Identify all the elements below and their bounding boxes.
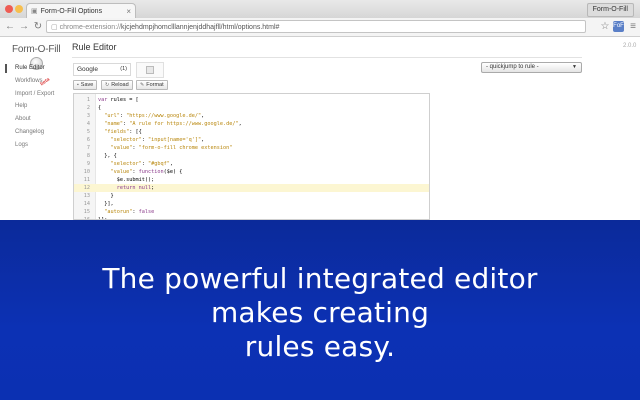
- code-text: "value": "form-o-fill chrome extension": [110, 145, 233, 151]
- code-text: }, {: [98, 153, 117, 159]
- code-text: "selector": "input[name='q']",: [110, 137, 205, 143]
- code-text: var rules = [: [98, 97, 139, 103]
- forward-icon[interactable]: →: [18, 21, 30, 33]
- format-icon: ✎: [140, 82, 145, 88]
- code-text: }: [98, 193, 114, 199]
- quickjump-select[interactable]: - quickjump to rule - ▼: [481, 62, 582, 73]
- save-icon: ▪: [77, 82, 79, 88]
- bookmark-star-icon[interactable]: ☆: [599, 21, 611, 33]
- browser-toolbar: ← → ↻ ▢ chrome-extension://kjcjehdmpjhom…: [0, 18, 640, 37]
- banner-line-2: makes creating: [210, 296, 430, 329]
- line-number: 8: [86, 153, 90, 159]
- code-line[interactable]: 11 $e.submit();: [74, 176, 429, 184]
- sidebar-item-about[interactable]: About: [15, 116, 31, 122]
- version-label: 2.0.0: [623, 43, 637, 49]
- code-text: "value": function($e) {: [110, 169, 183, 175]
- code-line[interactable]: 5 "fields": [{: [74, 128, 429, 136]
- back-icon[interactable]: ←: [4, 21, 16, 33]
- code-text: "fields": [{: [104, 129, 142, 135]
- reload-icon: ↻: [105, 82, 110, 88]
- line-number: 13: [83, 193, 90, 199]
- line-number: 9: [86, 161, 90, 167]
- line-number: 12: [83, 185, 90, 191]
- page-icon: ▢: [51, 24, 60, 31]
- url-scheme: chrome-extension://: [59, 24, 122, 31]
- code-text: return null;: [116, 185, 155, 191]
- active-indicator: [5, 64, 7, 73]
- format-button-label: Format: [146, 82, 164, 88]
- save-button[interactable]: ▪ Save: [73, 80, 98, 90]
- address-bar[interactable]: ▢ chrome-extension://kjcjehdmpjhomclllan…: [46, 20, 586, 33]
- code-line[interactable]: 6 "selector": "input[name='q']",: [74, 136, 429, 144]
- add-rule-icon: [146, 66, 154, 74]
- url-path: kjcjehdmpjhomclllannjenjddhajfll/html/op…: [121, 24, 280, 31]
- code-line[interactable]: 7 "value": "form-o-fill chrome extension…: [74, 144, 429, 152]
- extension-icon[interactable]: FoF: [613, 21, 625, 33]
- browser-titlebar: ▣ Form-O-Fill Options × Form-O-Fill: [0, 0, 640, 19]
- rule-select[interactable]: Google (1): [73, 63, 131, 76]
- line-number: 4: [86, 121, 90, 127]
- code-text: "name": "A rule for https://www.google.d…: [104, 121, 242, 127]
- reload-button-label: Reload: [111, 82, 129, 88]
- divider: [72, 57, 582, 58]
- banner-line-1: The powerful integrated editor: [102, 262, 538, 295]
- format-button[interactable]: ✎ Format: [136, 80, 168, 90]
- code-editor[interactable]: 1 var rules = [2{3 "url": "https://www.go…: [73, 93, 430, 220]
- close-window-icon[interactable]: [5, 5, 13, 13]
- code-text: }],: [98, 201, 114, 207]
- code-line[interactable]: 12 return null;: [74, 184, 429, 192]
- form-o-fill-extension-icon: FoF: [613, 21, 624, 32]
- minimize-window-icon[interactable]: [15, 5, 23, 13]
- tab-close-icon[interactable]: ×: [126, 7, 131, 16]
- quickjump-label: - quickjump to rule -: [486, 64, 539, 70]
- line-number: 5: [86, 129, 90, 135]
- line-number: 11: [83, 177, 90, 183]
- menu-icon[interactable]: ≡: [627, 21, 639, 33]
- tab-favicon-icon: ▣: [31, 8, 38, 15]
- code-line[interactable]: 9 "selector": "#gbqf",: [74, 160, 429, 168]
- reload-icon[interactable]: ↻: [32, 21, 44, 33]
- sidebar-item-changelog[interactable]: Changelog: [15, 129, 44, 135]
- code-line[interactable]: 2{: [74, 104, 429, 112]
- line-number: 3: [86, 113, 90, 119]
- code-line[interactable]: 3 "url": "https://www.google.de/",: [74, 112, 429, 120]
- tab-title: Form-O-Fill Options: [40, 7, 103, 15]
- promo-banner: The powerful integrated editor makes cre…: [0, 220, 640, 400]
- code-text: $e.submit();: [98, 177, 155, 183]
- line-number: 10: [83, 169, 90, 175]
- sidebar-item-help[interactable]: Help: [15, 103, 27, 109]
- profile-button[interactable]: Form-O-Fill: [586, 3, 634, 17]
- app-logo: Form-O-Fill: [12, 44, 61, 55]
- page-title: Rule Editor: [72, 42, 117, 52]
- code-text: "autorun": false: [104, 209, 155, 215]
- line-number: 2: [86, 105, 90, 111]
- code-line[interactable]: 10 "value": function($e) {: [74, 168, 429, 176]
- code-text: "url": "https://www.google.de/",: [104, 113, 205, 119]
- code-line[interactable]: 14 }],: [74, 200, 429, 208]
- add-rule-button[interactable]: [136, 62, 164, 78]
- banner-line-3: rules easy.: [244, 330, 396, 363]
- code-line[interactable]: 13 }: [74, 192, 429, 200]
- rule-count: (1): [120, 66, 127, 72]
- code-line[interactable]: 1 var rules = [: [74, 96, 429, 104]
- line-number: 7: [86, 145, 90, 151]
- chevron-down-icon: ▼: [572, 64, 577, 70]
- sidebar-item-workflows[interactable]: Workflows: [15, 78, 43, 84]
- browser-tab[interactable]: ▣ Form-O-Fill Options ×: [26, 3, 136, 18]
- reload-button[interactable]: ↻ Reload: [101, 80, 133, 90]
- line-number: 1: [86, 97, 90, 103]
- code-line[interactable]: 8 }, {: [74, 152, 429, 160]
- line-number: 14: [83, 201, 90, 207]
- code-line[interactable]: 15 "autorun": false: [74, 208, 429, 216]
- code-line[interactable]: 4 "name": "A rule for https://www.google…: [74, 120, 429, 128]
- rule-select-value: Google: [77, 66, 98, 73]
- sidebar-item-logs[interactable]: Logs: [15, 142, 28, 148]
- save-button-label: Save: [80, 82, 94, 88]
- line-number: 15: [83, 209, 90, 215]
- code-text: {: [98, 105, 102, 111]
- sidebar-item-import-export[interactable]: Import / Export: [15, 91, 54, 97]
- line-number: 6: [86, 137, 90, 143]
- code-text: "selector": "#gbqf",: [110, 161, 173, 167]
- sidebar-item-rule-editor[interactable]: Rule Editor: [15, 65, 45, 71]
